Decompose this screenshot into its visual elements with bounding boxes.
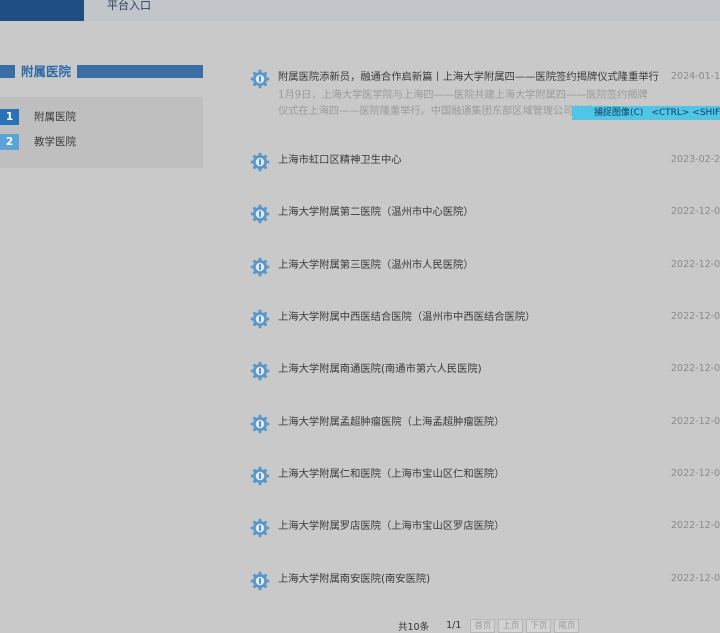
news-title[interactable]: 上海大学附属罗店医院（上海市宝山区罗店医院） bbox=[278, 519, 663, 533]
news-item[interactable]: 上海大学附属第三医院（温州市人民医院） 2022-12-07 bbox=[250, 256, 720, 277]
news-title[interactable]: 上海大学附属南通医院(南通市第六人民医院) bbox=[278, 362, 663, 376]
news-item[interactable]: 上海大学附属罗店医院（上海市宝山区罗店医院） 2022-12-07 bbox=[250, 517, 720, 538]
news-title[interactable]: 上海大学附属第二医院（温州市中心医院） bbox=[278, 205, 663, 219]
news-item[interactable]: 上海大学附属仁和医院（上海市宝山区仁和医院） 2022-12-07 bbox=[250, 465, 720, 486]
news-summary-line: 1月9日，上海大学医学院与上海四——医院共建上海大学附属四——医院签约揭牌 bbox=[278, 90, 648, 101]
first-page-button[interactable]: 首页 bbox=[470, 618, 496, 633]
sidebar-item-label: 教学医院 bbox=[34, 136, 76, 148]
news-item[interactable]: 上海市虹口区精神卫生中心 2023-02-27 bbox=[250, 151, 720, 172]
news-item[interactable]: 上海大学附属中西医结合医院（温州市中西医结合医院） 2022-12-07 bbox=[250, 308, 720, 329]
news-date: 2022-12-07 bbox=[671, 416, 720, 427]
news-item[interactable]: 上海大学附属孟超肿瘤医院（上海孟超肿瘤医院） 2022-12-07 bbox=[250, 413, 720, 434]
gear-icon bbox=[250, 69, 270, 89]
capture-tooltip-shortcut: <CTRL> <SHIFT> bbox=[651, 108, 720, 118]
news-item[interactable]: 上海大学附属第二医院（温州市中心医院） 2022-12-07 bbox=[250, 203, 720, 224]
platform-entry-link[interactable]: 平台入口 bbox=[107, 0, 151, 12]
pagination-count: 共10条 bbox=[398, 621, 430, 633]
gear-icon bbox=[250, 204, 270, 224]
news-date: 2022-12-07 bbox=[671, 573, 720, 584]
capture-tooltip: 捕捉图像(C) <CTRL> <SHIFT> bbox=[572, 106, 720, 120]
news-date: 2022-12-07 bbox=[671, 520, 720, 531]
next-page-button[interactable]: 下页 bbox=[526, 618, 552, 633]
sidebar-item-teaching[interactable]: 2 教学医院 bbox=[0, 133, 76, 150]
gear-icon bbox=[250, 309, 270, 329]
last-page-button[interactable]: 尾页 bbox=[554, 618, 580, 633]
top-bar: 平台入口 bbox=[0, 0, 720, 21]
news-date: 2022-12-07 bbox=[671, 468, 720, 479]
top-bar-brand-block bbox=[0, 0, 84, 21]
pagination-page: 1/1 bbox=[446, 620, 462, 631]
gear-icon bbox=[250, 518, 270, 538]
sidebar-item-label: 附属医院 bbox=[34, 111, 76, 123]
news-title[interactable]: 上海大学附属中西医结合医院（温州市中西医结合医院） bbox=[278, 310, 663, 324]
capture-tooltip-label: 捕捉图像(C) bbox=[594, 108, 644, 118]
news-title[interactable]: 上海市虹口区精神卫生中心 bbox=[278, 153, 663, 167]
gear-icon bbox=[250, 414, 270, 434]
news-date: 2022-12-07 bbox=[671, 259, 720, 270]
news-title[interactable]: 上海大学附属南安医院(南安医院) bbox=[278, 572, 663, 586]
gear-icon bbox=[250, 571, 270, 591]
news-date: 2022-12-07 bbox=[671, 311, 720, 322]
news-date: 2023-02-27 bbox=[671, 154, 720, 165]
news-title[interactable]: 上海大学附属仁和医院（上海市宝山区仁和医院） bbox=[278, 467, 663, 481]
news-item[interactable]: 附属医院添新员，融通合作启新篇丨上海大学附属四——医院签约揭牌仪式隆重举行 202… bbox=[250, 68, 720, 89]
news-item[interactable]: 上海大学附属南安医院(南安医院) 2022-12-07 bbox=[250, 570, 720, 591]
gear-icon bbox=[250, 152, 270, 172]
prev-page-button[interactable]: 上页 bbox=[498, 618, 524, 633]
news-date: 2022-12-07 bbox=[671, 363, 720, 374]
news-title[interactable]: 上海大学附属第三医院（温州市人民医院） bbox=[278, 258, 663, 272]
news-date: 2022-12-07 bbox=[671, 206, 720, 217]
gear-icon bbox=[250, 466, 270, 486]
gear-icon bbox=[250, 257, 270, 277]
news-item[interactable]: 上海大学附属南通医院(南通市第六人民医院) 2022-12-07 bbox=[250, 360, 720, 381]
news-title[interactable]: 附属医院添新员，融通合作启新篇丨上海大学附属四——医院签约揭牌仪式隆重举行 bbox=[278, 70, 663, 84]
sidebar-item-number: 2 bbox=[0, 133, 19, 150]
gear-icon bbox=[250, 361, 270, 381]
sidebar-item-affiliated[interactable]: 1 附属医院 bbox=[0, 108, 76, 125]
sidebar-title: 附属医院 bbox=[15, 63, 78, 81]
pagination: 共10条 1/1 首页 上页 下页 尾页 bbox=[398, 618, 582, 633]
news-date: 2024-01-10 bbox=[671, 71, 720, 82]
news-title[interactable]: 上海大学附属孟超肿瘤医院（上海孟超肿瘤医院） bbox=[278, 415, 663, 429]
sidebar-item-number: 1 bbox=[0, 108, 19, 125]
